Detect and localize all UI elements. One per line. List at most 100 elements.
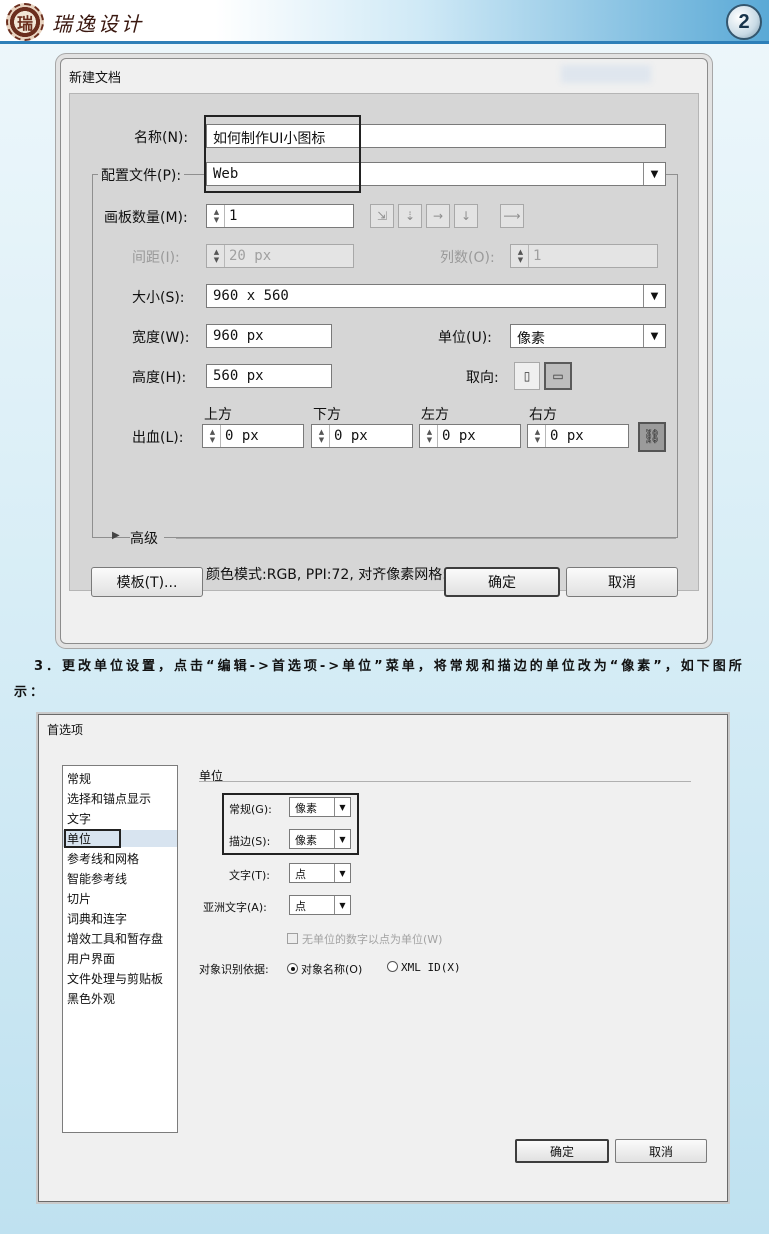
dropdown-arrow-icon[interactable]: ▼ bbox=[334, 896, 350, 914]
right-to-left-icon[interactable]: ⟶ bbox=[500, 204, 524, 228]
units-label: 单位(U): bbox=[438, 330, 492, 346]
profile-select[interactable]: Web ▼ bbox=[206, 162, 666, 186]
columns-value: 1 bbox=[533, 248, 542, 264]
spinner-arrows-icon[interactable]: ▲ ▼ bbox=[205, 425, 221, 447]
grid-by-column-icon[interactable]: ⇣ bbox=[398, 204, 422, 228]
radio-selected-icon[interactable] bbox=[287, 963, 298, 974]
xml-id-radio[interactable]: XML ID(X) bbox=[387, 961, 461, 974]
ok-button[interactable]: 确定 bbox=[444, 567, 560, 597]
dropdown-arrow-icon[interactable]: ▼ bbox=[334, 830, 350, 848]
bleed-bottom-label: 下方 bbox=[313, 407, 341, 423]
size-label: 大小(S): bbox=[132, 290, 185, 306]
artboards-value: 1 bbox=[229, 208, 238, 224]
name-input[interactable]: 如何制作UI小图标 bbox=[206, 124, 666, 148]
bleed-top-stepper[interactable]: ▲ ▼ 0 px bbox=[202, 424, 304, 448]
height-input[interactable]: 560 px bbox=[206, 364, 332, 388]
spacing-stepper[interactable]: ▲ ▼ 20 px bbox=[206, 244, 354, 268]
advanced-divider bbox=[176, 538, 676, 539]
nav-item-guides-grid[interactable]: 参考线和网格 bbox=[67, 850, 139, 867]
bleed-left-label: 左方 bbox=[421, 407, 449, 423]
spinner-arrows-icon[interactable]: ▲ ▼ bbox=[422, 425, 438, 447]
object-name-option-label: 对象名称(O) bbox=[301, 963, 363, 976]
bleed-bottom-stepper[interactable]: ▲ ▼ 0 px bbox=[311, 424, 413, 448]
columns-label: 列数(O): bbox=[440, 250, 495, 266]
object-name-radio[interactable]: 对象名称(O) bbox=[287, 961, 362, 977]
spacing-label: 间距(I): bbox=[132, 250, 180, 266]
title-blur bbox=[561, 65, 651, 83]
width-input[interactable]: 960 px bbox=[206, 324, 332, 348]
dialog-title: 首选项 bbox=[47, 723, 84, 737]
general-units-value: 像素 bbox=[295, 802, 317, 815]
asian-type-units-select[interactable]: 点 ▼ bbox=[289, 895, 351, 915]
settings-panel: 名称(N): 如何制作UI小图标 配置文件(P): Web ▼ 画板数量(M):… bbox=[69, 93, 699, 591]
asian-type-units-value: 点 bbox=[295, 900, 306, 913]
stroke-units-label: 描边(S): bbox=[229, 835, 271, 848]
spinner-arrows-icon[interactable]: ▲ ▼ bbox=[513, 245, 529, 267]
advanced-label[interactable]: 高级 bbox=[130, 528, 164, 548]
nav-item-units[interactable]: 单位 bbox=[63, 830, 177, 847]
spinner-arrows-icon[interactable]: ▲ ▼ bbox=[314, 425, 330, 447]
stroke-units-value: 像素 bbox=[295, 834, 317, 847]
nav-item-slices[interactable]: 切片 bbox=[67, 890, 91, 907]
nav-item-smart-guides[interactable]: 智能参考线 bbox=[67, 870, 127, 887]
name-label: 名称(N): bbox=[134, 130, 189, 146]
chain-link-icon[interactable]: ⛓ bbox=[638, 422, 666, 452]
grid-by-row-icon[interactable]: ⇲ bbox=[370, 204, 394, 228]
nav-item-black-appearance[interactable]: 黑色外观 bbox=[67, 990, 115, 1007]
nav-item-general[interactable]: 常规 bbox=[67, 770, 91, 787]
bleed-right-stepper[interactable]: ▲ ▼ 0 px bbox=[527, 424, 629, 448]
bleed-left-stepper[interactable]: ▲ ▼ 0 px bbox=[419, 424, 521, 448]
numbers-in-points-checkbox[interactable]: 无单位的数字以点为单位(W) bbox=[287, 931, 442, 947]
units-select[interactable]: 像素 ▼ bbox=[510, 324, 666, 348]
bleed-top-value: 0 px bbox=[225, 428, 259, 444]
landscape-orientation-icon[interactable]: ▭ bbox=[544, 362, 572, 390]
general-units-label: 常规(G): bbox=[229, 803, 272, 816]
logo-seal-icon: 瑞 bbox=[6, 3, 44, 41]
bleed-right-value: 0 px bbox=[550, 428, 584, 444]
nav-item-user-interface[interactable]: 用户界面 bbox=[67, 950, 115, 967]
arrange-by-row-icon[interactable]: → bbox=[426, 204, 450, 228]
general-units-select[interactable]: 像素 ▼ bbox=[289, 797, 351, 817]
bleed-left-value: 0 px bbox=[442, 428, 476, 444]
arrange-by-column-icon[interactable]: ↓ bbox=[454, 204, 478, 228]
size-select[interactable]: 960 x 560 ▼ bbox=[206, 284, 666, 308]
columns-stepper[interactable]: ▲ ▼ 1 bbox=[510, 244, 658, 268]
page-number-badge: 2 bbox=[726, 4, 762, 40]
spinner-arrows-icon[interactable]: ▲ ▼ bbox=[530, 425, 546, 447]
spinner-arrows-icon[interactable]: ▲ ▼ bbox=[209, 245, 225, 267]
spinner-arrows-icon[interactable]: ▲ ▼ bbox=[209, 205, 225, 227]
profile-group-box bbox=[92, 174, 678, 538]
dropdown-arrow-icon[interactable]: ▼ bbox=[643, 163, 665, 185]
portrait-orientation-icon[interactable]: ▯ bbox=[514, 362, 540, 390]
preferences-nav-list: 常规 选择和锚点显示 文字 单位 参考线和网格 智能参考线 切片 词典和连字 增… bbox=[62, 765, 178, 1133]
new-document-dialog: 新建文档 名称(N): 如何制作UI小图标 配置文件(P): Web ▼ 画板数… bbox=[60, 58, 708, 644]
stroke-units-select[interactable]: 像素 ▼ bbox=[289, 829, 351, 849]
width-label: 宽度(W): bbox=[132, 330, 190, 346]
dropdown-arrow-icon[interactable]: ▼ bbox=[334, 798, 350, 816]
artboards-label: 画板数量(M): bbox=[104, 210, 188, 226]
dropdown-arrow-icon[interactable]: ▼ bbox=[643, 325, 665, 347]
type-units-select[interactable]: 点 ▼ bbox=[289, 863, 351, 883]
color-info: 颜色模式:RGB, PPI:72, 对齐像素网格:是 bbox=[206, 567, 461, 583]
dropdown-arrow-icon[interactable]: ▼ bbox=[334, 864, 350, 882]
nav-item-plugins[interactable]: 增效工具和暂存盘 bbox=[67, 930, 163, 947]
bleed-label: 出血(L): bbox=[132, 430, 184, 446]
dropdown-arrow-icon[interactable]: ▼ bbox=[643, 285, 665, 307]
expand-triangle-icon[interactable]: ▶ bbox=[112, 530, 120, 541]
checkbox-icon[interactable] bbox=[287, 933, 298, 944]
cancel-button[interactable]: 取消 bbox=[566, 567, 678, 597]
section-divider bbox=[199, 781, 691, 782]
type-units-label: 文字(T): bbox=[229, 869, 271, 882]
artboards-stepper[interactable]: ▲ ▼ 1 bbox=[206, 204, 354, 228]
nav-item-selection[interactable]: 选择和锚点显示 bbox=[67, 790, 151, 807]
nav-item-file-handling[interactable]: 文件处理与剪贴板 bbox=[67, 970, 163, 987]
radio-unselected-icon[interactable] bbox=[387, 961, 398, 972]
prefs-cancel-button[interactable]: 取消 bbox=[615, 1139, 707, 1163]
templates-button[interactable]: 模板(T)... bbox=[91, 567, 203, 597]
nav-item-hyphenation[interactable]: 词典和连字 bbox=[67, 910, 127, 927]
nav-item-type[interactable]: 文字 bbox=[67, 810, 91, 827]
units-value: 像素 bbox=[517, 331, 545, 347]
size-value: 960 x 560 bbox=[213, 288, 289, 304]
preferences-dialog: 首选项 常规 选择和锚点显示 文字 单位 参考线和网格 智能参考线 切片 词典和… bbox=[38, 714, 728, 1202]
prefs-ok-button[interactable]: 确定 bbox=[515, 1139, 609, 1163]
